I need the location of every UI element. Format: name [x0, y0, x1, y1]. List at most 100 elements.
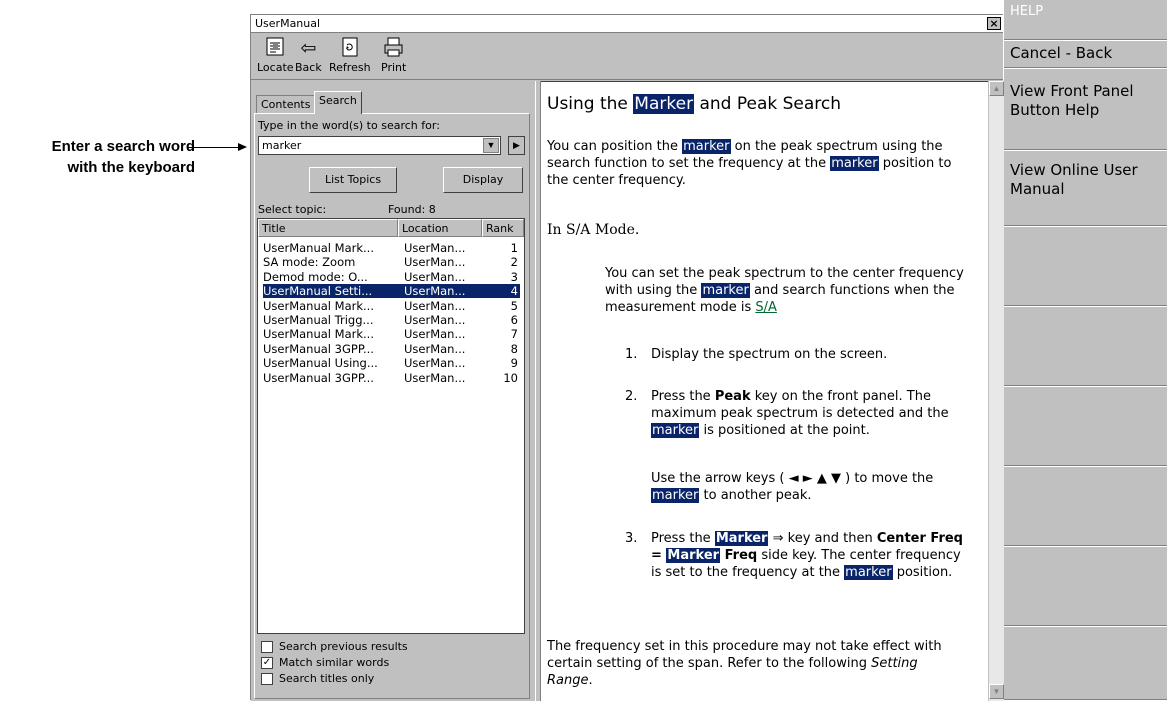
row-location: UserMan... — [404, 255, 466, 270]
row-rank: 3 — [510, 269, 518, 284]
row-rank: 4 — [510, 284, 518, 299]
scroll-up-icon[interactable]: ▲ — [989, 81, 1004, 96]
search-previous-label: Search previous results — [279, 640, 408, 653]
display-button[interactable]: Display — [443, 167, 523, 193]
column-header-location[interactable]: Location — [398, 219, 482, 237]
table-row[interactable]: UserManual Setti... UserMan... 4 — [263, 284, 520, 299]
play-arrow-icon[interactable]: ▶ — [508, 136, 525, 155]
row-title: UserManual Mark... — [263, 298, 374, 313]
search-titles-label: Search titles only — [279, 672, 375, 685]
column-header-title[interactable]: Title — [258, 219, 398, 237]
table-row[interactable]: SA mode: Zoom UserMan... 2 — [263, 255, 520, 269]
search-previous-checkbox[interactable] — [261, 641, 273, 653]
table-row[interactable]: UserManual Using... UserMan... 9 — [263, 356, 520, 370]
step-1-number: 1. — [625, 347, 638, 362]
title-bar: UserManual × — [251, 15, 1003, 33]
row-location: UserMan... — [404, 341, 466, 356]
results-list[interactable]: Title Location Rank UserManual Mark... Us… — [257, 218, 525, 634]
row-title: UserManual Setti... — [263, 284, 373, 299]
match-similar-label: Match similar words — [279, 656, 390, 669]
row-rank: 8 — [510, 341, 518, 356]
row-rank: 7 — [510, 327, 518, 342]
select-topic-label: Select topic: — [258, 203, 327, 216]
printer-icon — [381, 37, 406, 59]
row-title: UserManual Using... — [263, 356, 378, 371]
back-arrow-icon: ⇦ — [300, 37, 317, 59]
match-similar-checkbox[interactable]: ✓ — [261, 657, 273, 669]
table-row[interactable]: UserManual Mark... UserMan... 7 — [263, 327, 520, 341]
found-count: Found: 8 — [388, 203, 436, 216]
list-topics-button[interactable]: List Topics — [309, 167, 397, 193]
close-icon[interactable]: × — [987, 17, 1001, 30]
view-front-panel-help-button[interactable]: View Front Panel Button Help — [1004, 68, 1167, 150]
row-location: UserMan... — [404, 269, 466, 284]
dropdown-arrow-icon[interactable]: ▼ — [483, 138, 499, 153]
view-online-manual-button[interactable]: View Online User Manual — [1004, 150, 1167, 226]
topic-heading: Using the Marker and Peak Search — [547, 94, 842, 114]
print-button[interactable]: Print — [381, 37, 406, 74]
side-key-empty-1[interactable] — [1004, 226, 1167, 306]
row-rank: 10 — [503, 370, 518, 385]
callout-pointer-line — [187, 147, 243, 148]
row-title: SA mode: Zoom — [263, 255, 356, 270]
locate-button[interactable]: Locate — [257, 37, 294, 74]
table-row[interactable]: UserManual 3GPP... UserMan... 8 — [263, 342, 520, 356]
row-location: UserMan... — [404, 327, 466, 342]
row-title: UserManual 3GPP... — [263, 341, 374, 356]
search-input[interactable]: marker ▼ — [258, 136, 501, 155]
step-1: Display the spectrum on the screen. — [651, 347, 888, 362]
table-row[interactable]: Demod mode: O... UserMan... 3 — [263, 270, 520, 284]
row-title: UserManual Mark... — [263, 241, 374, 255]
toolbar: Locate ⇦ Back Refresh Print — [251, 34, 1003, 80]
callout-text: Enter a search word with the keyboard — [0, 136, 195, 178]
table-row[interactable]: UserManual Mark... UserMan... 1 — [263, 241, 520, 255]
side-key-empty-5[interactable] — [1004, 546, 1167, 626]
table-row[interactable]: UserManual Mark... UserMan... 5 — [263, 299, 520, 313]
side-key-empty-3[interactable] — [1004, 386, 1167, 466]
side-key-empty-6[interactable] — [1004, 626, 1167, 700]
side-key-menu: HELP Cancel - Back View Front Panel Butt… — [1004, 0, 1167, 700]
locate-icon — [257, 37, 294, 59]
row-location: UserMan... — [404, 241, 466, 255]
mode-heading: In S/A Mode. — [547, 222, 640, 238]
row-rank: 1 — [510, 241, 518, 255]
row-rank: 2 — [510, 255, 518, 270]
row-location: UserMan... — [404, 298, 466, 313]
content-scrollbar[interactable]: ▲ ▼ — [988, 81, 1004, 701]
row-location: UserMan... — [404, 356, 466, 371]
row-rank: 5 — [510, 298, 518, 313]
side-key-empty-4[interactable] — [1004, 466, 1167, 546]
row-rank: 9 — [510, 356, 518, 371]
row-rank: 6 — [510, 313, 518, 327]
footer-paragraph: The frequency set in this procedure may … — [547, 639, 942, 688]
step-2: Press the Peak key on the front panel. T… — [651, 389, 949, 438]
back-button[interactable]: ⇦ Back — [295, 37, 322, 74]
search-titles-checkbox[interactable] — [261, 673, 273, 685]
step-2-number: 2. — [625, 389, 638, 404]
search-input-value: marker — [262, 139, 302, 152]
intro-paragraph: You can position the marker on the peak … — [547, 139, 952, 188]
search-prompt-label: Type in the word(s) to search for: — [258, 119, 440, 132]
help-menu-title: HELP — [1004, 0, 1167, 40]
help-window: UserManual × Locate ⇦ Back Refresh Print — [250, 14, 1004, 701]
scroll-down-icon[interactable]: ▼ — [989, 684, 1004, 699]
step-3: Press the Marker ⇒ key and then Center F… — [651, 531, 963, 580]
row-location: UserMan... — [404, 284, 466, 299]
mode-paragraph: You can set the peak spectrum to the cen… — [605, 266, 964, 315]
table-row[interactable]: UserManual 3GPP... UserMan... 10 — [263, 371, 520, 385]
topic-content: Using the Marker and Peak Search You can… — [541, 81, 988, 701]
table-row[interactable]: UserManual Trigg... UserMan... 6 — [263, 313, 520, 327]
sa-link[interactable]: S/A — [755, 300, 777, 315]
side-key-empty-2[interactable] — [1004, 306, 1167, 386]
row-title: UserManual Trigg... — [263, 313, 374, 327]
row-location: UserMan... — [404, 370, 466, 385]
tab-contents[interactable]: Contents — [256, 95, 316, 113]
cancel-back-button[interactable]: Cancel - Back — [1004, 40, 1167, 68]
callout-arrow-icon — [238, 143, 247, 151]
navigation-pane: Contents Search Type in the word(s) to s… — [251, 81, 535, 701]
refresh-button[interactable]: Refresh — [329, 37, 371, 74]
column-header-rank[interactable]: Rank — [482, 219, 524, 237]
row-title: UserManual 3GPP... — [263, 370, 374, 385]
tab-search[interactable]: Search — [314, 91, 362, 114]
row-location: UserMan... — [404, 313, 466, 327]
